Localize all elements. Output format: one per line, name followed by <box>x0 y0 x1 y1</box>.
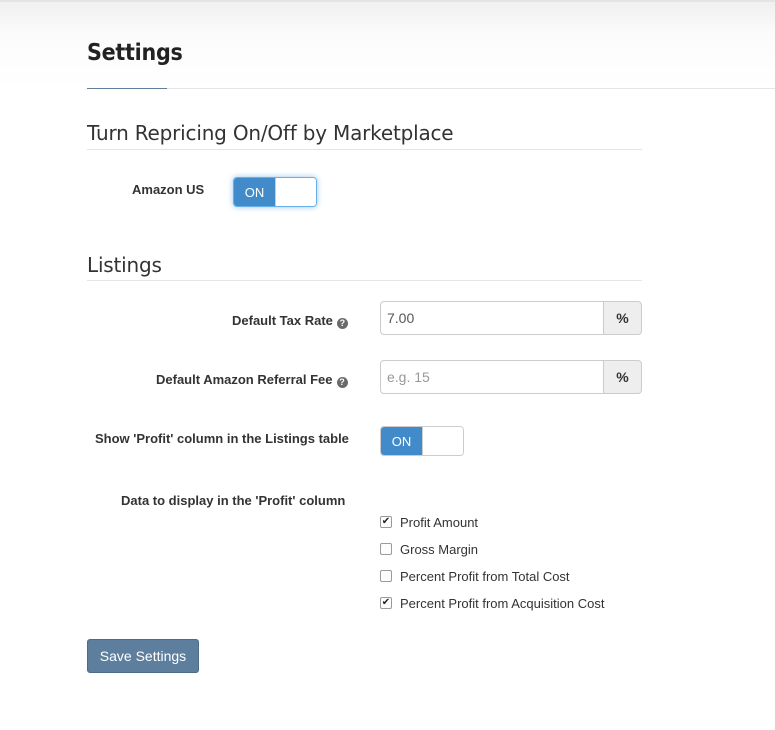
profit-data-label: Data to display in the 'Profit' column <box>121 493 346 508</box>
option-gross-margin[interactable]: Gross Margin <box>380 540 478 558</box>
referral-fee-label-text: Default Amazon Referral Fee <box>156 372 333 387</box>
title-underline <box>87 88 167 89</box>
toggle-on-label: ON <box>381 427 422 455</box>
amazon-us-label: Amazon US <box>132 182 205 197</box>
option-percent-acquisition-cost[interactable]: ✔ Percent Profit from Acquisition Cost <box>380 594 604 612</box>
referral-fee-input[interactable] <box>380 360 604 394</box>
option-profit-amount[interactable]: ✔ Profit Amount <box>380 513 478 531</box>
page-title: Settings <box>87 40 183 66</box>
repricing-section-divider <box>87 149 642 150</box>
gross-margin-checkbox[interactable] <box>380 543 392 555</box>
percent-total-cost-checkbox[interactable] <box>380 570 392 582</box>
repricing-section-heading: Turn Repricing On/Off by Marketplace <box>87 121 454 145</box>
question-circle-icon[interactable]: ? <box>336 377 348 388</box>
header-divider <box>87 88 775 89</box>
option-label: Percent Profit from Acquisition Cost <box>400 595 605 611</box>
option-label: Profit Amount <box>400 514 479 530</box>
toggle-on-label: ON <box>234 178 275 206</box>
toggle-handle[interactable] <box>421 427 463 455</box>
profit-amount-checkbox[interactable]: ✔ <box>380 516 392 528</box>
amazon-us-toggle[interactable]: ON <box>233 177 317 207</box>
tax-rate-input[interactable] <box>380 301 604 335</box>
referral-fee-label: Default Amazon Referral Fee? <box>156 372 348 388</box>
save-settings-button[interactable]: Save Settings <box>87 639 199 673</box>
tax-rate-label-text: Default Tax Rate <box>232 313 333 328</box>
profit-column-toggle[interactable]: ON <box>380 426 464 456</box>
tax-rate-input-group: % <box>380 301 642 335</box>
option-label: Gross Margin <box>400 541 479 557</box>
listings-section-heading: Listings <box>87 253 162 277</box>
listings-section-divider <box>87 280 642 281</box>
tax-rate-label: Default Tax Rate? <box>232 313 348 329</box>
referral-fee-unit: % <box>604 360 642 394</box>
percent-acquisition-cost-checkbox[interactable]: ✔ <box>380 597 392 609</box>
profit-column-label: Show 'Profit' column in the Listings tab… <box>95 431 349 446</box>
option-label: Percent Profit from Total Cost <box>400 568 570 584</box>
toggle-handle[interactable] <box>274 178 316 206</box>
option-percent-total-cost[interactable]: Percent Profit from Total Cost <box>380 567 570 585</box>
referral-fee-input-group: % <box>380 360 642 394</box>
question-circle-icon[interactable]: ? <box>336 318 348 329</box>
tax-rate-unit: % <box>604 301 642 335</box>
